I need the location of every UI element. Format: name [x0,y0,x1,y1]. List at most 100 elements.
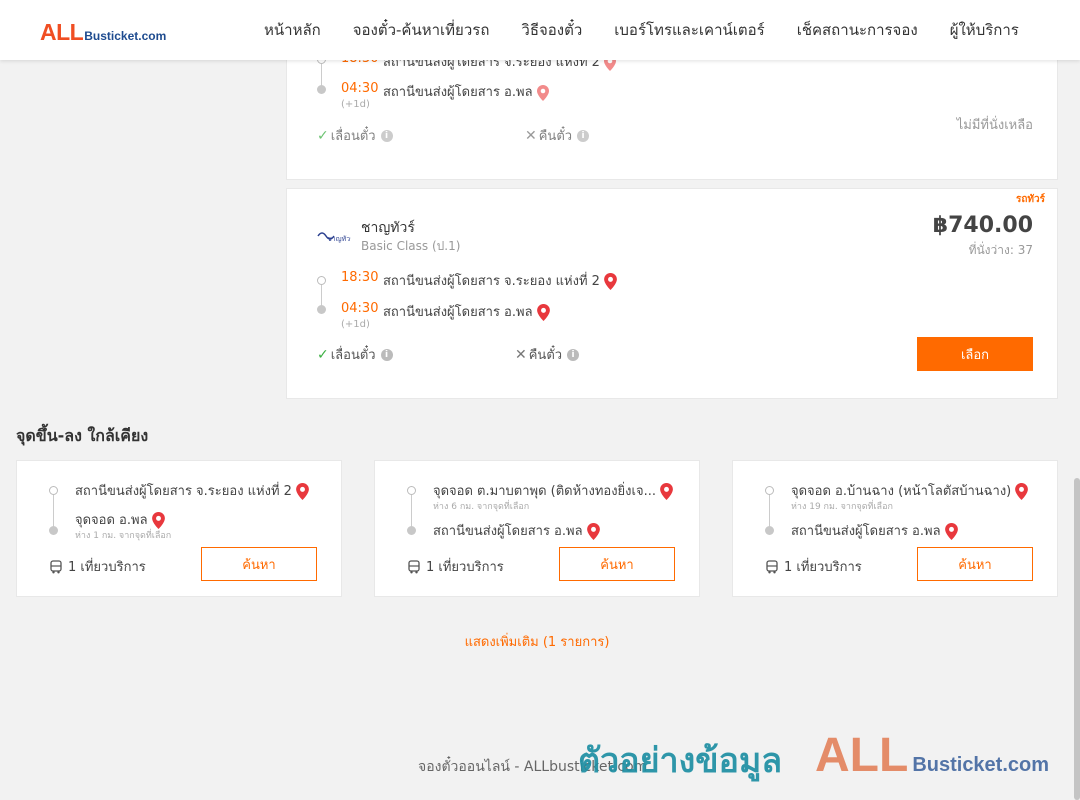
logo-all-text: ALL [40,19,84,45]
page-scrollbar[interactable] [1074,478,1080,800]
timeline-line [321,285,322,307]
arrive-time: 04:30 [341,301,379,316]
nav-book-search[interactable]: จองตั๋ว-ค้นหาเที่ยวรถ [353,18,490,42]
nav-operators[interactable]: ผู้ให้บริการ [950,18,1019,42]
change-ticket-policy: ✓ เลื่อนตั๋ว i [317,125,393,146]
search-button[interactable]: ค้นหา [559,547,675,581]
to-dot [407,526,416,535]
nearby-section-title: จุดขึ้น-ลง ใกล้เคียง [16,426,149,445]
cross-icon: ✕ [525,127,537,144]
map-pin-icon[interactable] [536,304,550,321]
watermark-logo: ALL Busticket.com [815,728,1049,783]
main-nav: หน้าหลัก จองตั๋ว-ค้นหาเที่ยวรถ วิธีจองตั… [248,0,1035,60]
arrive-station-label: สถานีขนส่งผู้โดยสาร อ.พล [383,305,533,320]
trip-count-label: 1 เที่ยวบริการ [68,560,146,575]
map-pin-icon[interactable] [660,483,673,500]
search-button[interactable]: ค้นหา [201,547,317,581]
from-station-label: จุดจอด ต.มาบตาพุด (ติดห้างทองยิ่งเจ... [433,484,656,499]
operator-logo-text: ชาญทัวร์ [327,235,351,243]
bus-type-tag: รถทัวร์ [1015,194,1045,205]
trip-count: 1 เที่ยวบริการ [49,556,146,577]
from-station-label: สถานีขนส่งผู้โดยสาร จ.ระยอง แห่งที่ 2 [75,484,292,499]
arrive-station: สถานีขนส่งผู้โดยสาร อ.พล [383,301,550,322]
refund-ticket-policy: ✕ คืนตั๋ว i [525,125,590,146]
change-ticket-policy: ✓ เลื่อนตั๋ว i [317,344,393,365]
trip-count: 1 เที่ยวบริการ [765,556,862,577]
check-icon: ✓ [317,346,329,363]
from-distance: ห่าง 19 กม. จากจุดที่เลือก [791,502,893,512]
arrive-station: สถานีขนส่งผู้โดยสาร อ.พล [383,81,549,102]
arrive-time: 04:30 [341,81,379,96]
from-dot [407,486,416,495]
change-ticket-label: เลื่อนตั๋ว [330,348,376,363]
refund-ticket-label: คืนตั๋ว [528,348,563,363]
arrive-dot [317,305,326,314]
nav-phone-counters[interactable]: เบอร์โทรและเคาน์เตอร์ [614,18,764,42]
select-trip-button[interactable]: เลือก [917,337,1033,371]
arrive-station-label: สถานีขนส่งผู้โดยสาร อ.พล [383,85,533,100]
to-station: จุดจอด อ.พล [75,509,165,530]
depart-dot [317,276,326,285]
map-pin-icon[interactable] [151,512,165,529]
map-pin-icon[interactable] [536,84,549,101]
bus-icon [50,559,62,573]
from-dot [765,486,774,495]
operator-logo: ชาญทัวร์ [317,229,351,243]
timeline-line [769,495,770,527]
trip-count-label: 1 เที่ยวบริการ [784,560,862,575]
trip-card: รถทัวร์ ชาญทัวร์ ชาญทัวร์ Basic Class (ป… [286,188,1058,399]
map-pin-icon[interactable] [586,523,600,540]
site-logo[interactable]: ALL Busticket.com [40,19,166,46]
operator-name: ชาญทัวร์ [361,220,415,236]
map-pin-icon[interactable] [944,523,958,540]
to-distance: ห่าง 1 กม. จากจุดที่เลือก [75,531,172,541]
bus-icon [408,559,420,573]
to-station-label: สถานีขนส่งผู้โดยสาร อ.พล [791,524,941,539]
info-icon[interactable]: i [380,348,393,361]
info-icon[interactable]: i [577,129,590,142]
watermark-text: ตัวอย่างข้อมูล [578,741,783,781]
from-dot [49,486,58,495]
from-station-label: จุดจอด อ.บ้านฉาง (หน้าโลตัสบ้านฉาง) [791,484,1012,499]
watermark-all: ALL [815,729,909,782]
no-seats-status: ไม่มีที่นั่งเหลือ [956,118,1033,133]
nav-check-status[interactable]: เช็คสถานะการจอง [797,18,918,42]
to-dot [49,526,58,535]
refund-ticket-label: คืนตั๋ว [538,129,573,144]
plus-day: (+1d) [341,99,370,110]
to-dot [765,526,774,535]
info-icon[interactable]: i [380,129,393,142]
cross-icon: ✕ [515,346,527,363]
show-more-link[interactable]: แสดงเพิ่มเติม (1 รายการ) [0,631,1074,652]
ticket-price: ฿740.00 [932,213,1033,238]
info-icon[interactable]: i [567,348,580,361]
logo-busticket-text: Busticket.com [84,29,167,43]
to-station-label: จุดจอด อ.พล [75,513,148,528]
depart-station-label: สถานีขนส่งผู้โดยสาร จ.ระยอง แห่งที่ 2 [383,274,600,289]
watermark-busticket: Busticket.com [912,754,1050,776]
search-button[interactable]: ค้นหา [917,547,1033,581]
change-ticket-label: เลื่อนตั๋ว [330,129,376,144]
nearby-card: จุดจอด อ.บ้านฉาง (หน้าโลตัสบ้านฉาง) ห่าง… [732,460,1058,597]
timeline-line [321,64,322,86]
refund-ticket-policy: ✕ คืนตั๋ว i [515,344,580,365]
depart-station: สถานีขนส่งผู้โดยสาร จ.ระยอง แห่งที่ 2 [383,270,617,291]
to-station-label: สถานีขนส่งผู้โดยสาร อ.พล [433,524,583,539]
map-pin-icon[interactable] [604,273,617,290]
trip-count: 1 เที่ยวบริการ [407,556,504,577]
bus-class: Basic Class (ป.1) [361,239,461,253]
top-header: ALL Busticket.com หน้าหลัก จองตั๋ว-ค้นหา… [0,0,1080,60]
timeline-line [411,495,412,527]
nearby-card: จุดจอด ต.มาบตาพุด (ติดห้างทองยิ่งเจ... ห… [374,460,700,597]
plus-day: (+1d) [341,319,370,330]
nav-how-to-book[interactable]: วิธีจองตั๋ว [521,18,582,42]
map-pin-icon[interactable] [1015,483,1029,500]
depart-time: 18:30 [341,270,379,285]
timeline-line [53,495,54,527]
nav-home[interactable]: หน้าหลัก [264,18,321,42]
map-pin-icon[interactable] [296,483,309,500]
from-station: สถานีขนส่งผู้โดยสาร จ.ระยอง แห่งที่ 2 [75,480,309,501]
to-station: สถานีขนส่งผู้โดยสาร อ.พล [791,520,958,541]
nearby-card: สถานีขนส่งผู้โดยสาร จ.ระยอง แห่งที่ 2 จุ… [16,460,342,597]
check-icon: ✓ [317,127,329,144]
